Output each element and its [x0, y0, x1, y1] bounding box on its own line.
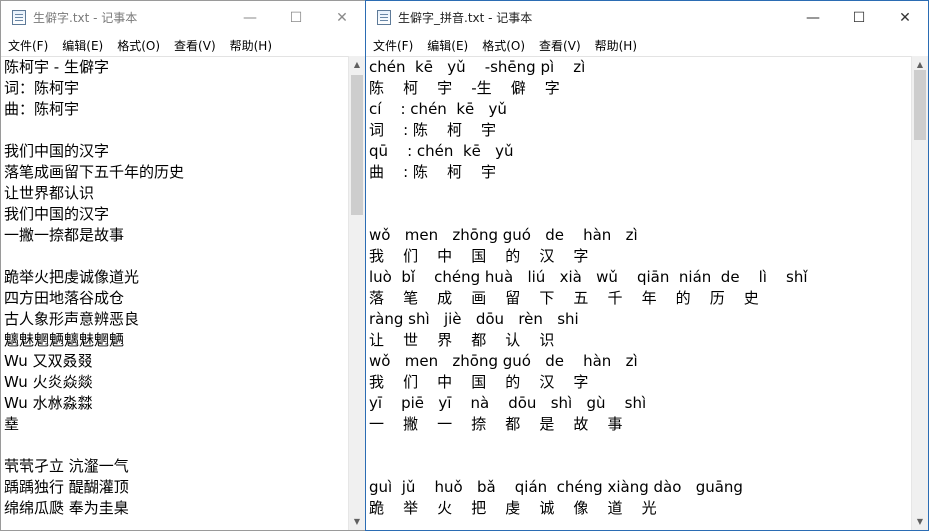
text-line: Wu 火炎焱燚 [4, 373, 93, 391]
maximize-button[interactable]: ☐ [273, 1, 319, 34]
notepad-window-right[interactable]: 生僻字_拼音.txt - 记事本 — ☐ ✕ 文件(F) 编辑(E) 格式(O)… [365, 0, 929, 531]
scroll-down-arrow-icon[interactable]: ▼ [912, 513, 928, 530]
text-line: 踽踽独行 醍醐灌顶 [4, 478, 129, 496]
text-line: Wu 又双叒叕 [4, 352, 93, 370]
text-line [369, 435, 911, 456]
text-line: qū : chén kē yǔ [369, 142, 514, 160]
text-line: 一 撇 一 捺 都 是 故 事 [369, 415, 623, 433]
text-line: cí : chén kē yǔ [369, 100, 507, 118]
close-button[interactable]: ✕ [319, 1, 365, 34]
text-line: 落笔成画留下五千年的历史 [4, 163, 185, 181]
text-line: 我 们 中 国 的 汉 字 [369, 247, 589, 265]
notepad-icon [12, 10, 26, 25]
menu-file[interactable]: 文件(F) [366, 37, 420, 54]
menu-view[interactable]: 查看(V) [167, 37, 223, 54]
menu-edit[interactable]: 编辑(E) [55, 37, 110, 54]
menu-file[interactable]: 文件(F) [1, 37, 55, 54]
text-line: 绵绵瓜瓞 奉为圭臬 [4, 499, 129, 517]
text-content[interactable]: 陈柯宇 - 生僻字 词：陈柯宇 曲：陈柯宇 我们中国的汉字 落笔成画留下五千年的历史让… [1, 57, 348, 519]
window-title: 生僻字.txt - 记事本 [33, 11, 138, 25]
text-line: 落 笔 成 画 留 下 五 千 年 的 历 史 [369, 289, 759, 307]
notepad-icon [377, 10, 391, 25]
text-line [369, 183, 911, 204]
text-line: 一撇一捺都是故事 [4, 226, 125, 244]
scroll-thumb[interactable] [914, 70, 926, 140]
scroll-down-arrow-icon[interactable]: ▼ [349, 513, 365, 530]
window-controls: — ☐ ✕ [790, 1, 928, 34]
menu-help[interactable]: 帮助(H) [588, 37, 644, 54]
menu-format[interactable]: 格式(O) [475, 37, 532, 54]
text-line: 陈柯宇 - 生僻字 [4, 58, 109, 76]
text-line: 茕茕孑立 沆瀣一气 [4, 457, 129, 475]
title-bar[interactable]: 生僻字.txt - 记事本 — ☐ ✕ [1, 1, 365, 34]
text-line: luò bǐ chéng huà liú xià wǔ qiān nián de… [369, 268, 808, 286]
menu-edit[interactable]: 编辑(E) [420, 37, 475, 54]
text-line: 曲 : 陈 柯 宇 [369, 163, 497, 181]
title-bar[interactable]: 生僻字_拼音.txt - 记事本 — ☐ ✕ [366, 1, 928, 34]
text-line: 词：陈柯宇 [4, 79, 80, 97]
text-line: 我们中国的汉字 [4, 205, 110, 223]
menu-view[interactable]: 查看(V) [532, 37, 588, 54]
scroll-thumb[interactable] [351, 75, 363, 215]
text-line: 我们中国的汉字 [4, 142, 110, 160]
text-line: 陈 柯 宇 -生 僻 字 [369, 79, 560, 97]
maximize-button[interactable]: ☐ [836, 1, 882, 34]
text-line: wǒ men zhōng guó de hàn zì [369, 352, 638, 370]
menu-bar: 文件(F) 编辑(E) 格式(O) 查看(V) 帮助(H) [1, 34, 365, 56]
text-line: 㙓 [4, 415, 20, 433]
menu-format[interactable]: 格式(O) [110, 37, 167, 54]
text-line: 四方田地落谷成仓 [4, 289, 125, 307]
text-line [369, 204, 911, 225]
notepad-window-left[interactable]: 生僻字.txt - 记事本 — ☐ ✕ 文件(F) 编辑(E) 格式(O) 查看… [0, 0, 366, 531]
text-line: guì jǔ huǒ bǎ qián chéng xiàng dào guāng [369, 478, 743, 496]
vertical-scrollbar[interactable]: ▲ ▼ [348, 56, 365, 530]
text-line [369, 456, 911, 477]
text-line: ràng shì jiè dōu rèn shi [369, 310, 579, 328]
menu-bar: 文件(F) 编辑(E) 格式(O) 查看(V) 帮助(H) [366, 34, 928, 56]
text-content[interactable]: chén kē yǔ -shēng pì zì 陈 柯 宇 -生 僻 字 cí : … [366, 57, 911, 519]
text-line: 跪举火把虔诚像道光 [4, 268, 140, 286]
minimize-button[interactable]: — [227, 1, 273, 34]
menu-help[interactable]: 帮助(H) [223, 37, 279, 54]
text-line [4, 435, 348, 456]
minimize-button[interactable]: — [790, 1, 836, 34]
text-line: 古人象形声意辨恶良 [4, 310, 140, 328]
text-area[interactable]: chén kē yǔ -shēng pì zì 陈 柯 宇 -生 僻 字 cí : … [366, 56, 911, 530]
text-line: 跪 举 火 把 虔 诚 像 道 光 [369, 499, 657, 517]
text-line: 我 们 中 国 的 汉 字 [369, 373, 589, 391]
text-line: 词 : 陈 柯 宇 [369, 121, 497, 139]
text-line [4, 246, 348, 267]
text-line: 魑魅魍魉魑魅魍魉 [4, 331, 125, 349]
text-line: 让 世 界 都 认 识 [369, 331, 555, 349]
text-line: 让世界都认识 [4, 184, 95, 202]
close-button[interactable]: ✕ [882, 1, 928, 34]
text-line: yī piē yī nà dōu shì gù shì [369, 394, 647, 412]
text-line [4, 120, 348, 141]
scroll-up-arrow-icon[interactable]: ▲ [349, 56, 365, 73]
text-line: Wu 水沝淼㵘 [4, 394, 93, 412]
vertical-scrollbar[interactable]: ▲ ▼ [911, 56, 928, 530]
text-line: 曲：陈柯宇 [4, 100, 80, 118]
text-line: chén kē yǔ -shēng pì zì [369, 58, 586, 76]
text-area[interactable]: 陈柯宇 - 生僻字 词：陈柯宇 曲：陈柯宇 我们中国的汉字 落笔成画留下五千年的历史让… [1, 56, 348, 530]
window-controls: — ☐ ✕ [227, 1, 365, 34]
window-title: 生僻字_拼音.txt - 记事本 [398, 11, 533, 25]
text-line: wǒ men zhōng guó de hàn zì [369, 226, 638, 244]
